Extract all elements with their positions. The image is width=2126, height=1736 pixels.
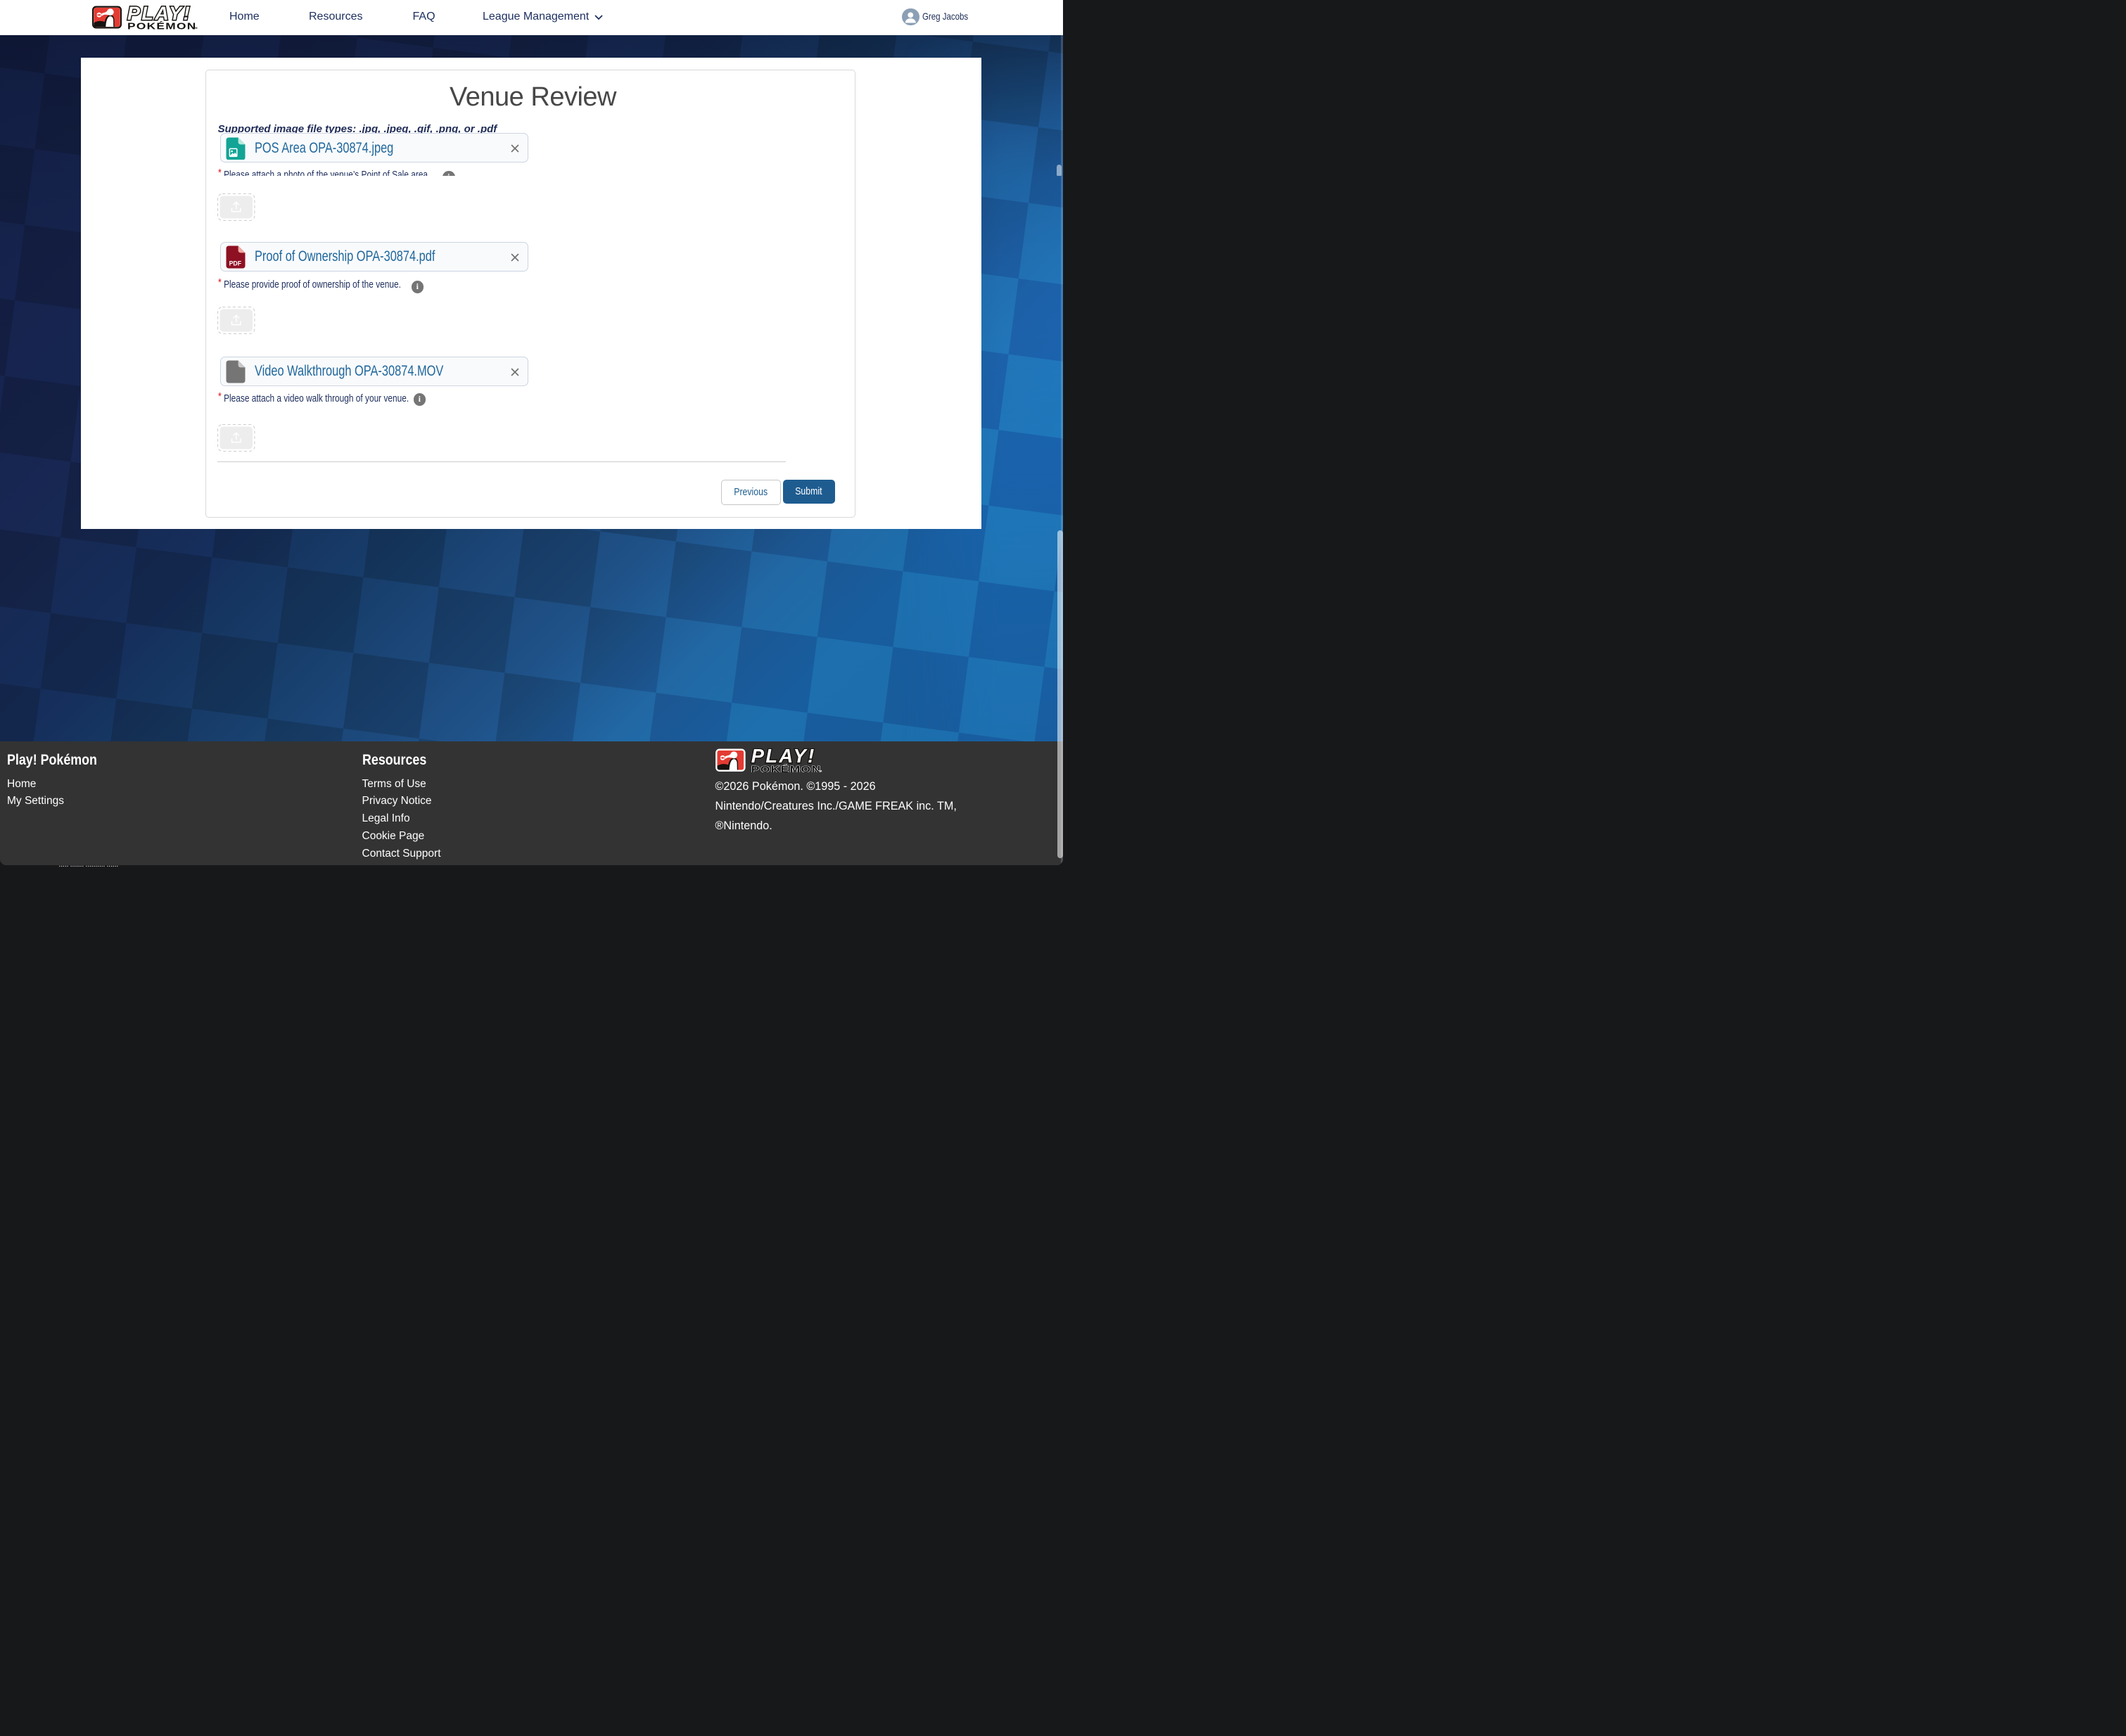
svg-text:POKÉMON: POKÉMON [127,21,197,29]
svg-text:POKÉMON: POKÉMON [751,765,821,772]
svg-text:PDF: PDF [229,260,242,267]
svg-text:TM: TM [193,27,197,30]
svg-text:TM: TM [817,770,822,772]
